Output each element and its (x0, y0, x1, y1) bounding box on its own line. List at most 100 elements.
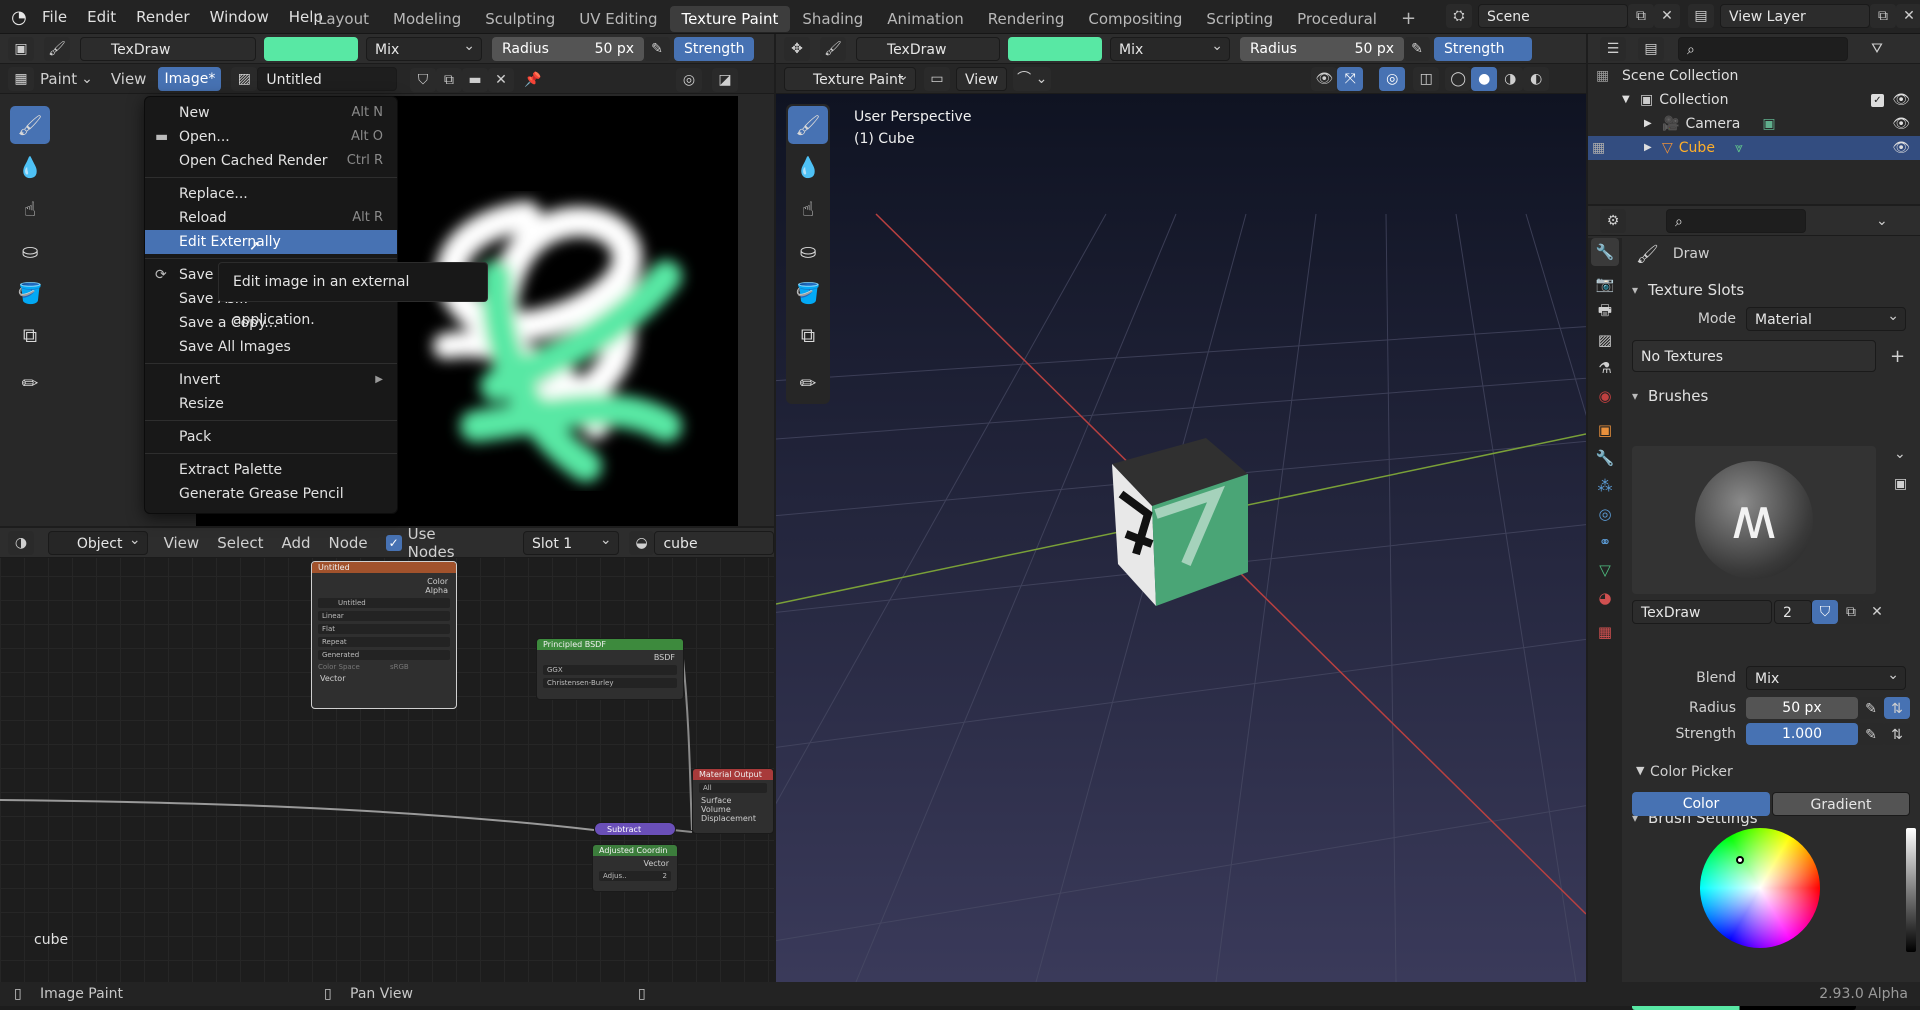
vp-clone-tool-icon[interactable]: ⛀ (788, 232, 828, 270)
vp-mask-tool-icon[interactable]: ⧉ (788, 316, 828, 354)
paint-mode-icon[interactable]: ▦ (8, 66, 34, 91)
menu-item-extract-palette[interactable]: Extract Palette (145, 458, 397, 482)
color-wheel[interactable] (1700, 828, 1820, 948)
texture-slots-list[interactable]: No Textures (1632, 340, 1876, 372)
eye-icon[interactable]: 👁 (1892, 112, 1910, 136)
adjusted-coord-node[interactable]: Adjusted Coordin Vector Adjus.. 2 (592, 844, 678, 892)
world-tab-icon[interactable]: ◉ (1591, 382, 1619, 410)
material-tab-icon[interactable]: ◕ (1591, 584, 1619, 612)
vp-brush-icon[interactable]: 🖌 (820, 36, 846, 61)
vp-radius-field[interactable]: Radius 50 px (1240, 36, 1404, 61)
vp-brush-color-swatch[interactable] (1008, 36, 1102, 61)
properties-search-field[interactable]: ⌕ (1666, 208, 1806, 233)
strength-unified-icon[interactable]: ⇅ (1884, 723, 1910, 745)
texture-tab-icon[interactable]: ▦ (1591, 618, 1619, 646)
particles-tab-icon[interactable]: ⁂ (1591, 472, 1619, 500)
smear-tool-icon[interactable]: ☝ (10, 190, 50, 228)
image-open-icon[interactable]: ▬ (462, 68, 488, 92)
properties-options-chevron-icon[interactable]: ⌄ (1876, 213, 1888, 229)
vp-editor-type-icon[interactable]: ✥ (784, 36, 810, 61)
texture-slots-panel[interactable]: Texture Slots (1624, 276, 1920, 304)
brush-blend-dropdown[interactable]: Mix (1746, 663, 1906, 690)
brushes-panel[interactable]: Brushes (1624, 382, 1920, 410)
brush-radius-field[interactable]: 50 px (1746, 697, 1858, 719)
vp-strength-field[interactable]: Strength (1434, 36, 1532, 61)
node-source[interactable]: Generated (318, 650, 450, 660)
eye-icon[interactable]: 👁 (1892, 136, 1910, 160)
vp-annotate-tool-icon[interactable]: ✏ (788, 364, 828, 402)
menu-item-open[interactable]: ▬ Open... Alt O (145, 125, 397, 149)
eye-icon[interactable]: 👁 (1892, 88, 1910, 112)
blend-dropdown[interactable]: Mix (366, 34, 482, 61)
mask-tool-icon[interactable]: ⧉ (10, 316, 50, 354)
tab-scripting[interactable]: Scripting (1194, 6, 1285, 32)
tab-animation[interactable]: Animation (875, 6, 975, 32)
add-workspace-button[interactable]: + (1389, 6, 1428, 32)
vp-shading-material-icon[interactable]: ◑ (1497, 66, 1524, 91)
image-browse-icon[interactable]: ▨ (231, 66, 258, 91)
vp-brush-name-field[interactable]: TexDraw (856, 36, 1000, 61)
overlay-icon[interactable]: ◎ (676, 68, 702, 92)
menu-view[interactable]: View (111, 70, 147, 88)
new-view-layer-icon[interactable]: ⧉ (1870, 4, 1896, 28)
subtract-node[interactable]: Subtract (594, 822, 676, 836)
display-channels-icon[interactable]: ◪ (712, 68, 738, 92)
pin-icon[interactable]: 📌 (520, 68, 546, 92)
material-output-node[interactable]: Material Output All Surface Volume Displ… (692, 768, 774, 834)
outliner-collection[interactable]: ▼ ▣ Collection ✓ 👁 (1588, 88, 1920, 112)
vp-draw-tool-icon[interactable]: 🖌 (788, 106, 828, 144)
blender-logo-icon[interactable]: ◔ (6, 7, 32, 28)
tab-procedural[interactable]: Procedural (1285, 6, 1389, 32)
outliner-cube[interactable]: ▶ ▽ Cube ⩔ 👁 ▦ (1588, 136, 1920, 160)
vp-blend-dropdown[interactable]: Mix (1110, 34, 1230, 61)
radius-pressure-icon[interactable]: ✎ (1858, 697, 1884, 719)
tool-tab-icon[interactable]: 🔧 (1591, 238, 1619, 266)
brush-color-swatch[interactable] (264, 36, 358, 61)
vp-shading-wire-icon[interactable]: ◯ (1445, 66, 1472, 91)
outliner-display-mode-icon[interactable]: ▤ (1638, 36, 1664, 61)
strength-field[interactable]: Strength (674, 36, 754, 61)
menu-item-edit-externally[interactable]: Edit Externally (145, 230, 397, 254)
scene-icon[interactable]: ⛭ (1446, 4, 1472, 28)
vp-menu-view[interactable]: View (956, 66, 1008, 91)
tab-texture-paint[interactable]: Texture Paint (669, 6, 791, 32)
tab-rendering[interactable]: Rendering (976, 6, 1077, 32)
brush-preview[interactable]: ʍ (1632, 446, 1876, 594)
render-tab-icon[interactable]: 📷 (1591, 270, 1619, 298)
object-tab-icon[interactable]: ▣ (1591, 416, 1619, 444)
filter-icon[interactable]: ⛛ (1864, 37, 1890, 61)
tab-sculpting[interactable]: Sculpting (473, 6, 567, 32)
view-layer-tab-icon[interactable]: ▨ (1591, 326, 1619, 354)
menu-window[interactable]: Window (200, 0, 279, 34)
vp-brush-toggle-icon[interactable]: ⌒ ⌄ (1013, 66, 1052, 91)
value-slider[interactable] (1906, 828, 1916, 952)
clone-tool-icon[interactable]: ⛀ (10, 232, 50, 270)
image-new-icon[interactable]: ⧉ (436, 68, 462, 92)
view-layer-icon[interactable]: ▤ (1688, 4, 1714, 28)
fake-user-shield-icon[interactable]: ⛉ (1812, 600, 1838, 624)
radius-field[interactable]: Radius 50 px (492, 36, 644, 61)
collection-checkbox[interactable]: ✓ (1871, 94, 1884, 107)
color-wheel-cursor[interactable] (1736, 856, 1744, 864)
image-texture-node[interactable]: Untitled Color Alpha Untitled Linear Fla… (311, 561, 457, 709)
outliner-search-field[interactable]: ⌕ (1678, 36, 1848, 61)
node-extension[interactable]: Repeat (318, 637, 450, 647)
duplicate-brush-icon[interactable]: ⧉ (1838, 600, 1864, 624)
delete-scene-icon[interactable]: ✕ (1654, 4, 1680, 28)
delete-view-layer-icon[interactable]: ✕ (1896, 4, 1920, 28)
brush-name-field[interactable]: TexDraw (1632, 600, 1772, 624)
image-unlink-icon[interactable]: ✕ (488, 68, 514, 92)
vp-xray-icon[interactable]: ◫ (1413, 66, 1440, 91)
brush-strength-field[interactable]: 1.000 (1746, 723, 1858, 745)
menu-item-new[interactable]: New Alt N (145, 101, 397, 125)
vp-visibility-icon[interactable]: 👁 (1311, 66, 1338, 91)
vp-smear-tool-icon[interactable]: ☝ (788, 190, 828, 228)
view-layer-field[interactable]: View Layer (1720, 4, 1870, 28)
vp-shading-render-icon[interactable]: ◐ (1523, 66, 1550, 91)
principled-bsdf-node[interactable]: Principled BSDF BSDF GGX Christensen-Bur… (536, 638, 684, 700)
image-name-field[interactable]: Untitled (257, 66, 398, 91)
modifier-tab-icon[interactable]: 🔧 (1591, 444, 1619, 472)
scene-tab-icon[interactable]: ⚗ (1591, 354, 1619, 382)
menu-item-resize[interactable]: Resize (145, 392, 397, 416)
brushes-list-chevron-icon[interactable]: ⌄ (1894, 446, 1906, 462)
